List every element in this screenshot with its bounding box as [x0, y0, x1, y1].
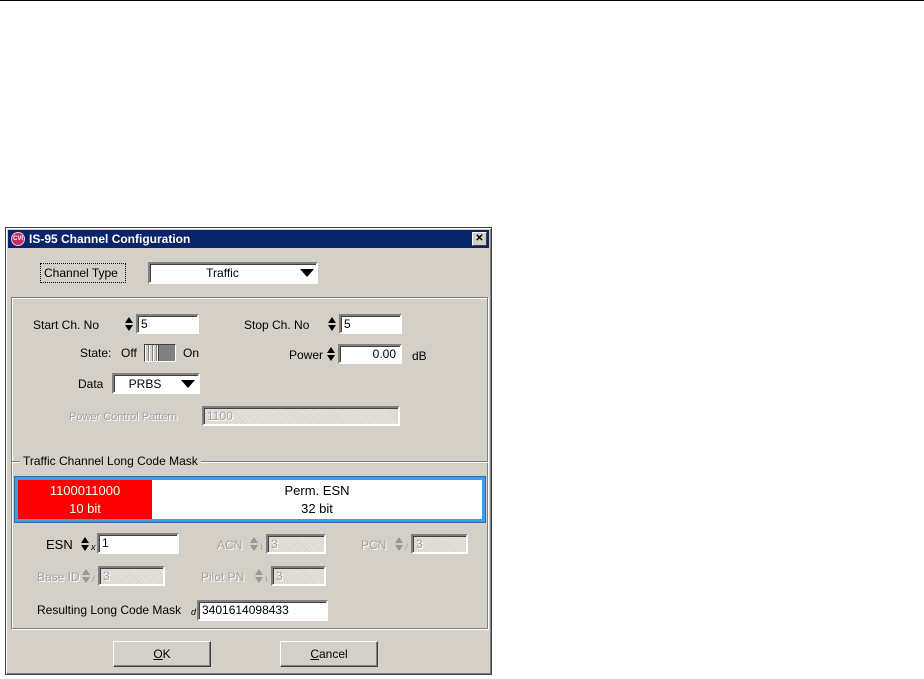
- mask-prefix-segment: 1100011000 10 bit: [18, 480, 152, 519]
- cancel-button-label: Cancel: [310, 647, 348, 661]
- pilot-pn-label: Pilot PN: [201, 570, 245, 584]
- cancel-button[interactable]: Cancel: [280, 641, 378, 667]
- channel-type-value: Traffic: [206, 266, 239, 280]
- acn-value: 3: [271, 537, 278, 551]
- pilot-pn-input: 3: [271, 566, 326, 586]
- mask-body-name: Perm. ESN: [284, 483, 350, 498]
- stop-ch-spinner[interactable]: [328, 316, 337, 332]
- esn-input[interactable]: 1: [97, 533, 179, 554]
- channel-type-dropdown[interactable]: Traffic: [148, 262, 318, 284]
- power-input[interactable]: 0.00: [338, 344, 402, 364]
- base-id-unit: /: [92, 574, 95, 584]
- state-on-label: On: [183, 346, 200, 360]
- state-off-label: Off: [121, 346, 137, 360]
- state-label: State:: [80, 346, 112, 360]
- start-ch-label: Start Ch. No: [33, 318, 100, 332]
- cvi-app-icon: CVI: [11, 232, 25, 246]
- base-id-input: 3: [98, 566, 165, 586]
- ok-button[interactable]: OK: [113, 641, 211, 667]
- esn-unit: x: [91, 542, 96, 552]
- pcn-label: PCN: [361, 538, 387, 552]
- window-title: IS-95 Channel Configuration: [29, 232, 191, 246]
- start-ch-spinner[interactable]: [125, 316, 134, 332]
- power-control-value: 1100: [207, 409, 233, 423]
- start-ch-input[interactable]: 5: [136, 314, 199, 334]
- esn-spinner[interactable]: [81, 536, 90, 552]
- channel-type-label-box: Channel Type: [40, 263, 126, 283]
- base-id-spinner: [82, 568, 91, 584]
- state-toggle[interactable]: [144, 344, 176, 362]
- mask-body-size: 32 bit: [301, 501, 333, 516]
- acn-unit: \: [260, 542, 263, 552]
- acn-spinner: [250, 536, 259, 552]
- long-code-mask-bar: 1100011000 10 bit Perm. ESN 32 bit: [14, 476, 486, 523]
- mask-prefix-size: 10 bit: [69, 501, 101, 516]
- data-value: PRBS: [128, 377, 162, 391]
- pilot-pn-unit: \: [265, 574, 268, 584]
- acn-input: 3: [266, 534, 326, 554]
- pcn-input: 3: [411, 534, 468, 554]
- chevron-down-icon: [181, 380, 195, 388]
- power-control-input: 1100: [202, 406, 400, 426]
- base-id-label: Base ID: [37, 570, 80, 584]
- esn-value: 1: [102, 536, 109, 550]
- long-code-group-label: Traffic Channel Long Code Mask: [20, 454, 201, 468]
- channel-type-label: Channel Type: [44, 266, 118, 280]
- resulting-mask-field: 3401614098433: [197, 600, 328, 621]
- resulting-mask-value: 3401614098433: [202, 603, 289, 617]
- esn-label: ESN: [46, 537, 73, 552]
- stop-ch-value: 5: [344, 317, 351, 331]
- pcn-unit: /: [405, 542, 408, 552]
- ok-button-label: OK: [153, 647, 171, 661]
- power-control-label: Power Control Pattern: [69, 411, 178, 423]
- state-toggle-knob[interactable]: [145, 345, 159, 361]
- chevron-down-icon: [300, 269, 314, 277]
- pcn-value: 3: [416, 537, 423, 551]
- stop-ch-input[interactable]: 5: [339, 314, 402, 334]
- power-unit: dB: [412, 349, 427, 363]
- data-dropdown[interactable]: PRBS: [112, 373, 200, 394]
- mask-prefix-bits: 1100011000: [49, 483, 121, 498]
- pcn-spinner: [395, 536, 404, 552]
- power-spinner[interactable]: [327, 346, 336, 362]
- close-button[interactable]: ✕: [472, 232, 487, 246]
- channel-config-dialog: CVI IS-95 Channel Configuration ✕ Channe…: [5, 227, 492, 675]
- base-id-value: 3: [103, 569, 110, 583]
- acn-label: ACN: [217, 538, 243, 552]
- power-label: Power: [289, 348, 324, 362]
- title-bar[interactable]: CVI IS-95 Channel Configuration ✕: [8, 230, 489, 248]
- mask-body-segment: Perm. ESN 32 bit: [152, 480, 482, 519]
- start-ch-value: 5: [141, 317, 148, 331]
- pilot-pn-spinner: [255, 568, 264, 584]
- resulting-mask-label: Resulting Long Code Mask: [37, 603, 182, 617]
- pilot-pn-value: 3: [276, 569, 283, 583]
- top-rule: [0, 0, 924, 1]
- data-label: Data: [78, 377, 104, 391]
- close-icon: ✕: [475, 233, 484, 244]
- power-value: 0.00: [372, 347, 396, 361]
- stop-ch-label: Stop Ch. No: [244, 318, 310, 332]
- resulting-mask-unit: d: [191, 607, 197, 617]
